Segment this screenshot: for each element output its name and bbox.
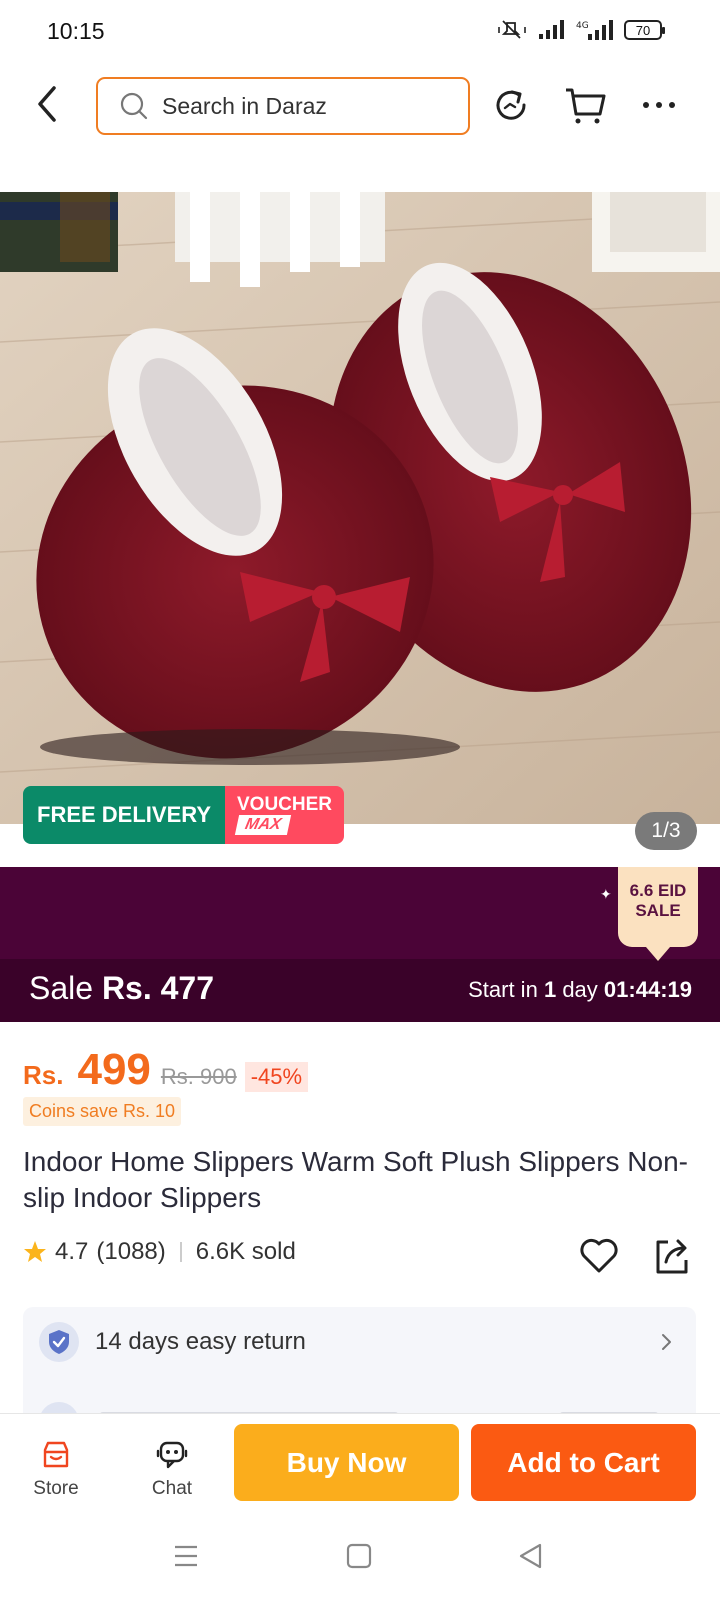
status-time: 10:15 <box>47 18 105 44</box>
signal-4g-icon: 4G <box>576 20 613 40</box>
store-label: Store <box>33 1478 79 1499</box>
sale-price: Sale Rs. 477 <box>29 970 214 1007</box>
product-title: Indoor Home Slippers Warm Soft Plush Sli… <box>23 1146 688 1213</box>
rating-value: 4.7 <box>55 1238 89 1265</box>
back-icon[interactable] <box>30 84 66 124</box>
start-prefix: Start in <box>468 977 538 1002</box>
sold-count: 6.6K sold <box>195 1238 296 1265</box>
chat-icon <box>156 1441 188 1469</box>
free-delivery-badge: FREE DELIVERY <box>23 786 225 844</box>
start-day-word: day <box>562 977 598 1002</box>
eid-sale-line1: 6.6 EID <box>629 881 687 900</box>
more-options-icon[interactable] <box>638 84 680 126</box>
product-photo <box>0 192 720 824</box>
search-input[interactable]: Search in Daraz <box>96 77 470 135</box>
original-price: Rs. 900 <box>160 1064 237 1089</box>
chat-label: Chat <box>151 1478 193 1499</box>
discount-badge: -45% <box>244 1062 309 1092</box>
add-to-cart-button[interactable]: Add to Cart <box>471 1424 696 1501</box>
price-row: Rs. 499 Rs. 900 -45% <box>23 1045 309 1095</box>
return-policy-row[interactable]: 14 days easy return <box>23 1307 696 1377</box>
status-icons: 4G 70 <box>498 19 665 41</box>
product-image[interactable] <box>0 192 720 824</box>
status-bar: 10:15 4G 70 <box>0 0 720 64</box>
cart-icon[interactable] <box>564 84 606 126</box>
start-time: 01:44:19 <box>603 977 692 1002</box>
header: Search in Daraz <box>0 70 720 140</box>
return-policy-text: 14 days easy return <box>95 1328 306 1355</box>
voucher-max-badge: VOUCHER MAX <box>225 786 345 844</box>
buy-now-button[interactable]: Buy Now <box>234 1424 459 1501</box>
wishlist-heart-icon[interactable] <box>578 1234 620 1276</box>
search-icon <box>120 92 148 120</box>
bottom-action-bar: Store Chat Buy Now Add to Cart <box>0 1413 720 1525</box>
star-icon <box>24 1241 46 1262</box>
voucher-label: VOUCHER <box>237 794 333 815</box>
search-placeholder: Search in Daraz <box>162 92 327 119</box>
image-counter: 1/3 <box>635 812 697 850</box>
recent-apps-icon[interactable] <box>173 1543 199 1569</box>
svg-text:4G: 4G <box>576 21 589 31</box>
eid-sale-line2: SALE <box>635 901 681 920</box>
divider <box>179 1242 182 1262</box>
store-icon <box>43 1441 69 1468</box>
price-value: 499 <box>77 1045 151 1094</box>
refresh-icon[interactable] <box>490 84 532 126</box>
sparkle-icon: ✦ <box>600 886 612 902</box>
system-navigation-bar <box>0 1525 720 1600</box>
sale-countdown: Start in 1 day 01:44:19 <box>468 977 692 1003</box>
shield-icon <box>39 1322 79 1362</box>
coins-tag: Coins save Rs. 10 <box>23 1097 182 1126</box>
review-count: (1088) <box>96 1238 166 1265</box>
mute-vibrate-icon <box>498 20 526 39</box>
eid-sale-badge: 6.6 EID SALE <box>618 867 698 961</box>
promo-badge: FREE DELIVERY VOUCHER MAX <box>23 786 345 844</box>
start-days: 1 <box>543 977 557 1002</box>
home-icon[interactable] <box>346 1543 372 1569</box>
signal-icon <box>539 20 564 39</box>
voucher-max-label: MAX <box>234 815 292 835</box>
share-icon[interactable] <box>652 1234 692 1276</box>
store-button[interactable]: Store <box>16 1440 96 1500</box>
battery-icon: 70 <box>624 20 665 40</box>
chevron-right-icon <box>662 1334 671 1350</box>
sale-prefix: Sale <box>29 970 94 1006</box>
back-nav-icon[interactable] <box>518 1543 544 1569</box>
chat-button[interactable]: Chat <box>132 1440 212 1500</box>
rating-row[interactable]: 4.7 (1088) 6.6K sold <box>23 1238 296 1266</box>
price-currency: Rs. <box>23 1060 64 1090</box>
sale-price-value: Rs. 477 <box>101 970 215 1006</box>
